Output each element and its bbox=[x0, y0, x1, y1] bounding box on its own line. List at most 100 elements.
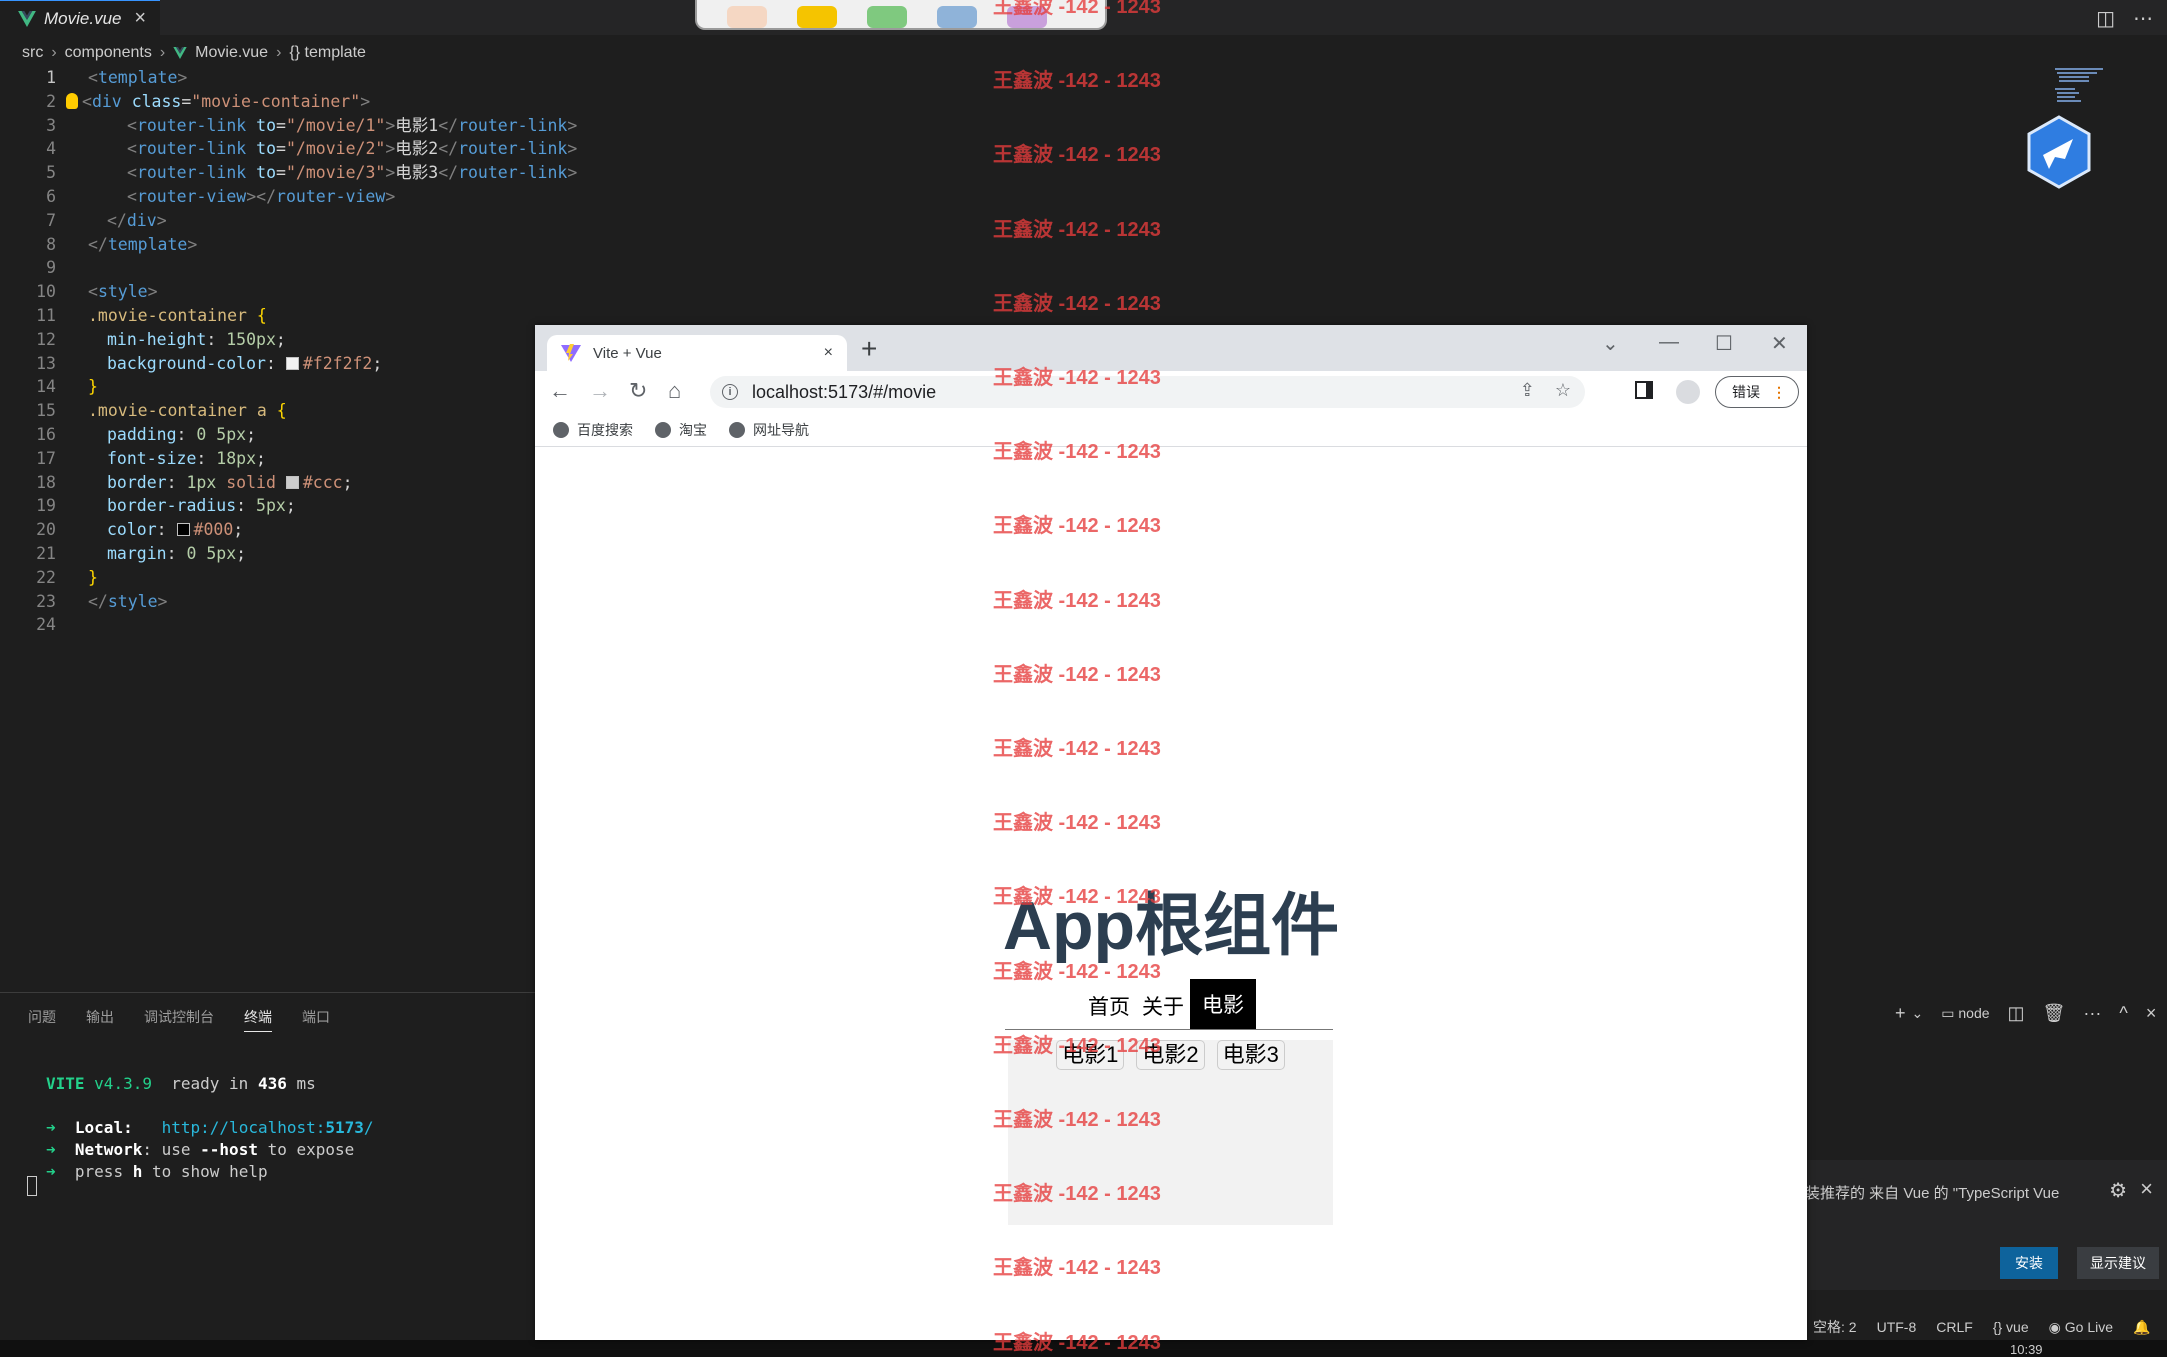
bell-icon[interactable]: 🔔 bbox=[2133, 1319, 2150, 1336]
browser-tab[interactable]: Vite + Vue × bbox=[547, 335, 847, 371]
status-go-live[interactable]: ◉ Go Live bbox=[2049, 1319, 2113, 1336]
breadcrumb-item[interactable]: {} template bbox=[289, 44, 366, 62]
maximize-panel-icon[interactable]: ^ bbox=[2119, 1003, 2127, 1024]
code-line[interactable]: 24 bbox=[0, 613, 535, 637]
code-editor[interactable]: 1 <template> 2 <div class="movie-container"… bbox=[0, 66, 577, 986]
code-line[interactable]: 11 .movie-container { bbox=[0, 304, 535, 328]
code-line[interactable]: 3 <router-link to="/movie/1">电影1</router-… bbox=[0, 114, 577, 138]
color-swatch[interactable] bbox=[285, 356, 299, 370]
code-line[interactable]: 12 min-height: 150px; bbox=[0, 328, 535, 352]
nav-about-link[interactable]: 关于 bbox=[1136, 991, 1190, 1029]
color-swatch[interactable] bbox=[176, 523, 190, 537]
status-language[interactable]: {} vue bbox=[1993, 1319, 2029, 1335]
terminal-output[interactable]: VITE v4.3.9 ready in 436 ms ➜ Local: htt… bbox=[46, 1073, 374, 1183]
code-line[interactable]: 10 <style> bbox=[0, 280, 535, 304]
code-line[interactable]: 8 </template> bbox=[0, 233, 535, 257]
line-number: 24 bbox=[36, 615, 56, 635]
watermark-text: 王鑫波 -142 - 1243 bbox=[993, 144, 1161, 167]
code-line[interactable]: 15 .movie-container a { bbox=[0, 399, 535, 423]
breadcrumb-item[interactable]: components bbox=[65, 44, 152, 62]
code-line[interactable]: 1 <template> bbox=[0, 66, 535, 90]
tab-ports[interactable]: 端口 bbox=[302, 1007, 330, 1032]
code-line[interactable]: 23 </style> bbox=[0, 590, 535, 614]
editor-tab-label: Movie.vue bbox=[44, 8, 122, 28]
hand-icon[interactable] bbox=[727, 6, 767, 28]
tab-terminal[interactable]: 终端 bbox=[244, 1007, 272, 1032]
profile-avatar[interactable] bbox=[1676, 380, 1700, 404]
add-terminal-icon[interactable]: + bbox=[1895, 1003, 1906, 1024]
code-line[interactable]: 7 </div> bbox=[0, 209, 535, 233]
close-icon[interactable]: × bbox=[134, 7, 146, 30]
status-indent[interactable]: 空格: 2 bbox=[1813, 1317, 1857, 1337]
trash-icon[interactable]: 🗑 bbox=[2043, 1003, 2066, 1024]
site-info-icon[interactable]: i bbox=[722, 384, 738, 400]
bookmark-nav[interactable]: 网址导航 bbox=[729, 420, 809, 440]
minimap[interactable] bbox=[2055, 66, 2110, 116]
shell-selector[interactable]: ▭ node bbox=[1941, 1005, 1989, 1022]
movie-link-3[interactable]: 电影3 bbox=[1216, 1040, 1285, 1070]
lightbulb-icon[interactable] bbox=[66, 92, 78, 109]
back-icon[interactable]: ← bbox=[549, 378, 571, 404]
maximize-icon[interactable]: ☐ bbox=[1715, 331, 1733, 356]
code-line[interactable]: 14} bbox=[0, 375, 535, 399]
code-line[interactable]: 21 margin: 0 5px; bbox=[0, 542, 535, 566]
forward-icon[interactable]: → bbox=[589, 378, 611, 404]
url-text[interactable]: localhost:5173/#/movie bbox=[752, 382, 936, 403]
code-line[interactable]: 17 font-size: 18px; bbox=[0, 447, 535, 471]
line-number: 3 bbox=[46, 115, 56, 135]
code-line[interactable]: 19 border-radius: 5px; bbox=[0, 494, 535, 518]
home-icon[interactable]: ⌂ bbox=[668, 378, 681, 404]
show-suggestions-button[interactable]: 显示建议 bbox=[2077, 1247, 2159, 1279]
side-panel-icon[interactable] bbox=[1635, 381, 1653, 399]
share-icon[interactable]: ⇪ bbox=[1520, 380, 1535, 401]
more-icon[interactable]: ··· bbox=[2083, 1003, 2101, 1024]
close-window-icon[interactable]: ✕ bbox=[1771, 331, 1788, 356]
bookmark-baidu[interactable]: 百度搜索 bbox=[553, 420, 633, 440]
reload-icon[interactable]: ↻ bbox=[629, 378, 647, 404]
tab-search-icon[interactable]: ⌄ bbox=[1602, 331, 1619, 356]
status-eol[interactable]: CRLF bbox=[1936, 1319, 1973, 1335]
code-line[interactable]: 18 border: 1px solid #ccc; bbox=[0, 471, 535, 495]
error-button[interactable]: 错误 ⋮ bbox=[1715, 376, 1799, 408]
color-swatch[interactable] bbox=[285, 475, 299, 489]
breadcrumb-item[interactable]: src bbox=[22, 44, 43, 62]
code-line[interactable]: 5 <router-link to="/movie/3">电影3</router-… bbox=[0, 161, 577, 185]
tab-output[interactable]: 输出 bbox=[86, 1007, 114, 1032]
more-actions-icon[interactable]: ⋯ bbox=[2133, 6, 2153, 30]
code-line[interactable]: 4 <router-link to="/movie/2">电影2</router-… bbox=[0, 137, 577, 161]
code-line[interactable]: 20 color: #000; bbox=[0, 518, 535, 542]
watermark-text: 王鑫波 -142 - 1243 bbox=[993, 515, 1161, 538]
breadcrumb-item[interactable]: Movie.vue bbox=[195, 44, 268, 62]
gear-icon[interactable]: ⚙ bbox=[2109, 1178, 2127, 1203]
code-line[interactable]: 16 padding: 0 5px; bbox=[0, 423, 535, 447]
install-button[interactable]: 安装 bbox=[2000, 1247, 2058, 1279]
bookmark-taobao[interactable]: 淘宝 bbox=[655, 420, 707, 440]
magnifier-icon[interactable] bbox=[937, 6, 977, 28]
chevron-down-icon[interactable]: ⌄ bbox=[1912, 1005, 1924, 1022]
bookmark-star-icon[interactable]: ☆ bbox=[1555, 380, 1571, 401]
nav-home-link[interactable]: 首页 bbox=[1082, 991, 1136, 1029]
code-line[interactable]: 13 background-color: #f2f2f2; bbox=[0, 352, 535, 376]
close-panel-icon[interactable]: × bbox=[2146, 1003, 2157, 1024]
editor-tab-movie-vue[interactable]: Movie.vue × bbox=[0, 0, 160, 36]
code-line[interactable]: 6 <router-view></router-view> bbox=[0, 185, 535, 209]
close-icon[interactable]: × bbox=[2140, 1176, 2153, 1202]
nav-movie-link[interactable]: 电影 bbox=[1190, 979, 1256, 1029]
tab-debug-console[interactable]: 调试控制台 bbox=[144, 1007, 214, 1032]
split-editor-icon[interactable]: ◫ bbox=[2096, 6, 2115, 30]
export-icon[interactable] bbox=[867, 6, 907, 28]
status-encoding[interactable]: UTF-8 bbox=[1877, 1319, 1917, 1335]
bird-app-icon[interactable] bbox=[2025, 115, 2093, 189]
close-icon[interactable]: × bbox=[824, 344, 833, 362]
line-code: <router-link to="/movie/2">电影2</router-l… bbox=[127, 139, 578, 159]
code-line[interactable]: 22} bbox=[0, 566, 535, 590]
split-terminal-icon[interactable]: ◫ bbox=[2008, 1003, 2025, 1024]
local-url[interactable]: http://localhost:5173/ bbox=[162, 1118, 374, 1137]
code-line[interactable]: 9 bbox=[0, 256, 535, 280]
code-line[interactable]: 2 <div class="movie-container"> bbox=[0, 90, 535, 114]
line-code: } bbox=[88, 567, 98, 587]
tab-problems[interactable]: 问题 bbox=[28, 1007, 56, 1032]
minimize-icon[interactable]: — bbox=[1659, 331, 1679, 354]
chat-icon[interactable] bbox=[797, 6, 837, 28]
new-tab-button[interactable]: + bbox=[861, 333, 877, 365]
